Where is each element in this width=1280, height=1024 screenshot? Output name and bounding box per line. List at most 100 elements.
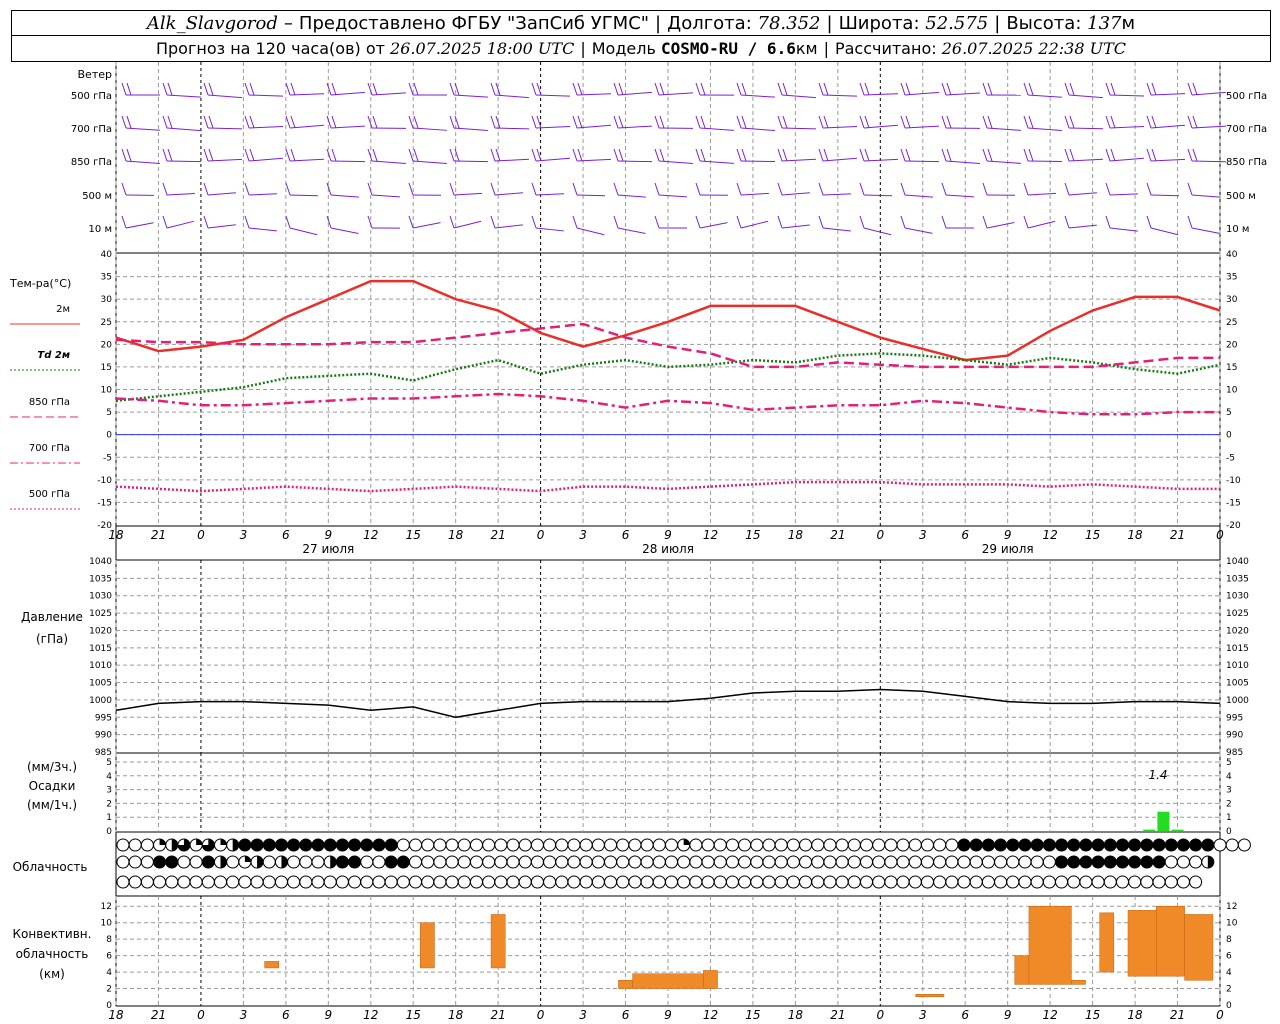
wind-barb-feather (577, 82, 583, 96)
wind-barb-feather (654, 215, 660, 229)
wind-barb-feather (408, 115, 414, 129)
convective-cloud-bar (915, 994, 945, 998)
wind-barb-feather (659, 148, 665, 162)
hour-tick-label-bottom: 0 (537, 1008, 545, 1022)
cloud-symbol (1152, 855, 1166, 869)
wind-barb-feather (1023, 115, 1029, 129)
cloud-symbol (701, 875, 715, 889)
wind-barb-feather (203, 115, 209, 129)
wind-barb-feather (1187, 115, 1193, 129)
wind-barb-feather (1187, 82, 1193, 96)
cloud-symbol (1164, 875, 1178, 889)
wind-barb-feather (331, 115, 337, 129)
wind-barb-staff (1150, 194, 1180, 197)
hour-tick-label-top: 21 (151, 528, 166, 542)
cloud-symbol (713, 855, 727, 869)
wind-barb-staff (945, 194, 974, 198)
wind-barb-staff (740, 192, 769, 196)
cloud-symbol (1201, 838, 1215, 852)
cloud-symbol (396, 875, 410, 889)
hour-tick-label-top: 6 (622, 528, 630, 542)
cloud-symbol (177, 855, 191, 869)
cloud-symbol (811, 838, 825, 852)
precip-bar (1157, 811, 1170, 831)
cloud-symbol (1079, 875, 1093, 889)
wind-barb-feather (490, 115, 496, 129)
cloud-symbol (1091, 838, 1105, 852)
pres-ytick-left: 1020 (89, 626, 112, 636)
wind-barb-feather (1110, 148, 1116, 162)
cloud-symbol (969, 875, 983, 889)
pres-ytick-left: 1000 (89, 696, 112, 706)
wind-barb-feather (249, 115, 255, 129)
wind-barb-feather (700, 148, 706, 162)
cloud-symbol (725, 875, 739, 889)
wind-barb-feather (1064, 215, 1070, 229)
temp-ytick-left: -5 (103, 453, 112, 463)
cloud-symbol (1237, 838, 1251, 852)
cloud-symbol (689, 875, 703, 889)
wind-barb-staff (125, 127, 160, 131)
cloud-symbol (896, 855, 910, 869)
cloud-symbol (823, 875, 837, 889)
prec-ytick-right: 3 (1226, 786, 1232, 796)
temp-series-line (115, 392, 1220, 416)
cloud-symbol (1042, 875, 1056, 889)
temp-panel-title: Тем-ра(°C) (9, 277, 71, 290)
hour-tick-label-top: 0 (537, 528, 545, 542)
wind-barb-feather (946, 148, 952, 162)
wind-barb-feather (572, 215, 578, 229)
hour-tick-label-bottom: 0 (876, 1008, 884, 1022)
temp-ytick-right: 40 (1226, 250, 1238, 260)
cloud-symbol (518, 855, 532, 869)
pres-ytick-right: 985 (1226, 748, 1243, 758)
wind-barb-staff (617, 227, 646, 234)
hour-tick-label-bottom: 0 (197, 1008, 205, 1022)
wind-barb-staff (1068, 192, 1097, 196)
wind-barb-feather (167, 115, 173, 129)
cloud-symbol (591, 855, 605, 869)
wind-barb-staff (658, 194, 687, 198)
wind-barb-feather (1187, 148, 1193, 162)
wind-barb-staff (904, 194, 933, 198)
wind-barb-feather (408, 82, 414, 96)
wind-barb-feather (654, 82, 660, 96)
cloud-symbol (835, 855, 849, 869)
cloud-symbol (628, 875, 642, 889)
wind-barb-feather (741, 82, 747, 96)
wind-barb-staff (699, 222, 728, 229)
cloud-symbol (482, 855, 496, 869)
cloud-symbol (287, 875, 301, 889)
cloud-symbol (1103, 838, 1117, 852)
wind-barb-feather (900, 82, 906, 96)
cloud-symbol (555, 855, 569, 869)
wind-barb-feather (1105, 182, 1111, 196)
wind-barb-feather (900, 215, 906, 229)
convective-cloud-bar (1014, 955, 1030, 985)
wind-barb-staff (945, 160, 980, 164)
wind-barb-staff (822, 193, 851, 196)
wind-barb-feather (777, 215, 783, 229)
temp-legend-label: Td 2м (37, 350, 70, 361)
cloud-symbol (750, 875, 764, 889)
cloud-symbol (1189, 875, 1203, 889)
pres-panel-title: Давление (21, 610, 83, 624)
cloud-symbol (579, 855, 593, 869)
cloud-symbol (116, 875, 130, 889)
wind-barb-feather (1187, 182, 1193, 196)
cloud-symbol (1030, 875, 1044, 889)
wind-barb-feather (1028, 115, 1034, 129)
cloud-symbol (433, 875, 447, 889)
cloud-symbol (774, 855, 788, 869)
wind-barb-feather (326, 148, 332, 162)
cloud-symbol (1115, 838, 1129, 852)
temp-ytick-right: -5 (1226, 453, 1235, 463)
wind-barb-feather (372, 148, 378, 162)
cloud-symbol (348, 875, 362, 889)
wind-barb-feather (782, 115, 788, 129)
cloud-symbol (799, 855, 813, 869)
cloud-symbol (908, 875, 922, 889)
cloud-symbol (335, 875, 349, 889)
wind-barb-feather (1151, 82, 1157, 96)
wind-barb-staff (494, 224, 523, 229)
